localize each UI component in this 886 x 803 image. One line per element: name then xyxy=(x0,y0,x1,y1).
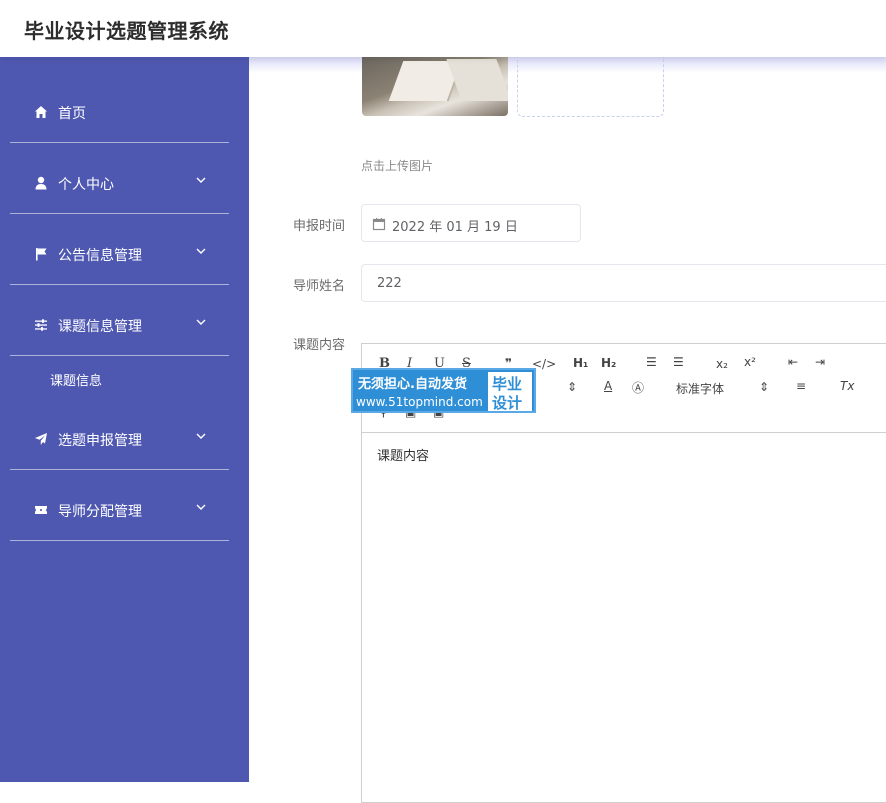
watermark-line2: www.51topmind.com xyxy=(356,395,483,409)
date-label: 申报时间 xyxy=(293,219,346,234)
uploaded-image-thumbnail[interactable] xyxy=(362,57,508,116)
sidebar-item-label: 公告信息管理 xyxy=(58,248,142,264)
sidebar-item-announcements[interactable]: 公告信息管理 xyxy=(10,214,229,285)
content-label: 课题内容 xyxy=(293,338,346,353)
sidebar-item-label: 首页 xyxy=(58,106,86,122)
editor-content[interactable]: 课题内容 xyxy=(377,445,429,464)
sidebar-item-topic-management[interactable]: 课题信息管理 xyxy=(10,285,229,356)
bullet-list-button[interactable]: ☰ xyxy=(673,355,684,369)
ordered-list-button[interactable]: ☰ xyxy=(646,355,657,369)
header1-button[interactable]: H₁ xyxy=(573,356,588,370)
app-header: 毕业设计选题管理系统 xyxy=(0,0,886,57)
outdent-button[interactable]: ⇤ xyxy=(788,355,798,369)
send-icon xyxy=(34,432,48,446)
chevron-down-icon xyxy=(195,427,207,439)
subscript-button[interactable]: x₂ xyxy=(716,357,728,371)
clear-format-button[interactable]: Tx xyxy=(840,379,854,393)
date-value: 2022 年 01 月 19 日 xyxy=(392,220,518,235)
teacher-name-value: 222 xyxy=(377,276,402,291)
ticket-icon xyxy=(34,503,48,517)
home-icon xyxy=(34,105,48,119)
sliders-icon xyxy=(34,318,48,332)
indent-button[interactable]: ⇥ xyxy=(815,355,825,369)
main-content: 点击上传图片 申报时间 2022 年 01 月 19 日 导师姓名 222 课题… xyxy=(249,57,886,803)
image-upload-area[interactable] xyxy=(517,57,664,117)
sidebar-item-label: 个人中心 xyxy=(58,177,114,193)
sidebar-item-advisor-assignment[interactable]: 导师分配管理 xyxy=(10,470,229,541)
user-icon xyxy=(34,176,48,190)
sidebar-item-label: 导师分配管理 xyxy=(58,504,142,520)
flag-icon xyxy=(34,247,48,261)
size-select-arrows[interactable]: ⇕ xyxy=(567,380,577,394)
font-select[interactable]: 标准字体 xyxy=(676,380,724,397)
background-color-button[interactable]: Ⓐ xyxy=(632,379,644,396)
font-color-button[interactable]: A xyxy=(604,379,612,393)
chevron-down-icon xyxy=(195,498,207,510)
sidebar-item-topic-application[interactable]: 选题申报管理 xyxy=(10,399,229,470)
watermark-banner: 无须担心.自动发货 www.51topmind.com 毕业 设计 xyxy=(351,368,536,413)
sidebar-item-label: 课题信息管理 xyxy=(58,319,142,335)
watermark-box-line1: 毕业 xyxy=(492,375,523,393)
calendar-icon xyxy=(372,216,386,231)
sidebar: 首页 个人中心 公告信息管理 课题信息管理 课题信息 选题申报管理 导师分配管理 xyxy=(0,57,249,782)
chevron-down-icon xyxy=(195,171,207,183)
watermark-box-line2: 设计 xyxy=(492,394,523,412)
upload-hint: 点击上传图片 xyxy=(361,159,434,173)
teacher-label: 导师姓名 xyxy=(293,279,346,294)
font-select-arrows: ⇕ xyxy=(759,380,770,394)
watermark-logo: 毕业 设计 xyxy=(488,372,532,412)
watermark-line1: 无须担心.自动发货 xyxy=(358,377,467,392)
sidebar-subitem-topic-info[interactable]: 课题信息 xyxy=(50,370,102,389)
chevron-down-icon xyxy=(195,242,207,254)
app-title: 毕业设计选题管理系统 xyxy=(24,19,229,43)
align-button[interactable]: ≡ xyxy=(796,379,806,393)
sidebar-item-personal-center[interactable]: 个人中心 xyxy=(10,143,229,214)
chevron-down-icon xyxy=(195,313,207,325)
header2-button[interactable]: H₂ xyxy=(601,356,616,370)
teacher-name-field[interactable]: 222 xyxy=(361,264,886,302)
sidebar-item-home[interactable]: 首页 xyxy=(10,72,229,143)
superscript-button[interactable]: x² xyxy=(744,355,756,369)
date-picker[interactable]: 2022 年 01 月 19 日 xyxy=(361,204,581,242)
sidebar-item-label: 选题申报管理 xyxy=(58,433,142,449)
